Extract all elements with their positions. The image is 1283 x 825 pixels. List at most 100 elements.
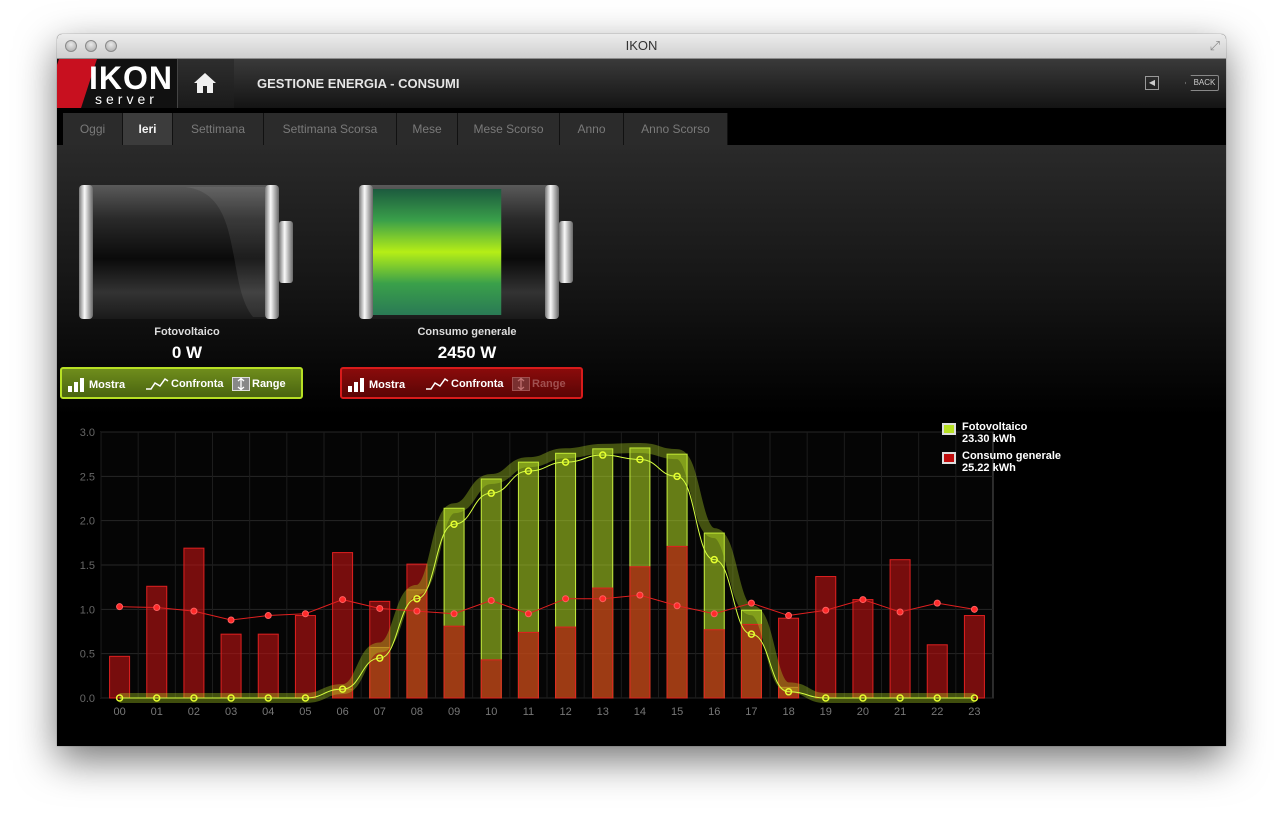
x-tick-label: 16 <box>708 706 720 718</box>
x-tick-label: 11 <box>523 706 534 718</box>
x-tick-label: 02 <box>188 706 200 718</box>
x-tick-label: 15 <box>671 706 683 718</box>
window-title: IKON <box>625 38 658 53</box>
consumo-bar <box>294 615 316 699</box>
tab-anno-scorso[interactable]: Anno Scorso <box>624 113 728 145</box>
consumo-point <box>264 612 272 620</box>
consumo-point <box>190 607 198 615</box>
y-tick-label: 0.5 <box>80 649 95 661</box>
x-tick-label: 13 <box>597 706 609 718</box>
page-title: GESTIONE ENERGIA - CONSUMI <box>257 76 460 91</box>
consumo-point <box>227 616 235 624</box>
range-icon <box>512 377 530 391</box>
consumo-bar <box>592 587 614 699</box>
consumo-point <box>487 596 495 604</box>
consumo-compare-button[interactable]: Confronta <box>425 377 504 391</box>
x-tick-label: 19 <box>820 706 832 718</box>
fotovoltaico-label: Fotovoltaico <box>154 326 220 338</box>
consumo-bar <box>666 545 688 699</box>
x-tick-label: 14 <box>634 706 646 718</box>
tab-ieri[interactable]: Ieri <box>123 113 173 145</box>
tab-settimana[interactable]: Settimana <box>173 113 264 145</box>
consumo-point <box>970 605 978 613</box>
consumo-bar <box>889 559 911 699</box>
x-tick-label: 23 <box>968 706 980 718</box>
chart-legend: Fotovoltaico 23.30 kWh Consumo generale … <box>942 421 1061 479</box>
legend-total: 23.30 kWh <box>962 433 1016 445</box>
tab-mese-scorso[interactable]: Mese Scorso <box>458 113 560 145</box>
consumo-bar <box>926 644 948 699</box>
logo-sub-text: server <box>95 91 158 107</box>
consumo-bar <box>109 655 131 699</box>
consumo-point <box>450 610 458 618</box>
consumo-point <box>599 595 607 603</box>
consumo-bar <box>629 566 651 699</box>
collapse-icon[interactable]: ◀ <box>1145 76 1159 90</box>
consumo-bar <box>555 626 577 699</box>
range-label: Range <box>252 378 286 390</box>
y-tick-label: 3.0 <box>80 427 95 439</box>
consumo-bar <box>443 625 465 699</box>
consumo-point <box>153 604 161 612</box>
consumo-point <box>339 596 347 604</box>
consumo-point <box>747 599 755 607</box>
app-window: IKON ⤢ IKON server GESTIONE ENERGIA - CO… <box>57 34 1226 746</box>
consumo-bar <box>183 547 205 699</box>
consumo-controls: Mostra Confronta Range <box>340 367 583 399</box>
consumo-point <box>896 608 904 616</box>
x-tick-label: 03 <box>225 706 237 718</box>
x-tick-label: 04 <box>262 706 274 718</box>
consumo-show-button[interactable]: Mostra <box>347 377 405 393</box>
back-button[interactable]: BACK <box>1185 75 1219 91</box>
consumo-bar <box>257 633 279 699</box>
consumo-bar <box>146 585 168 699</box>
tab-settimana-scorsa[interactable]: Settimana Scorsa <box>264 113 397 145</box>
consumo-bar <box>517 631 539 699</box>
energy-chart: 0.0 0.5 1.0 1.5 2.0 2.5 3.0 00 01 02 03 04 05 06 07 08 0… <box>80 427 994 718</box>
consumo-bar <box>480 659 502 699</box>
compare-label: Confronta <box>171 378 224 390</box>
consumo-bar <box>852 599 874 699</box>
y-tick-label: 2.0 <box>80 516 95 528</box>
range-label: Range <box>532 378 566 390</box>
line-chart-icon <box>146 377 169 390</box>
range-icon <box>232 377 250 391</box>
x-tick-label: 07 <box>374 706 386 718</box>
x-tick-label: 05 <box>299 706 311 718</box>
fullscreen-icon[interactable]: ⤢ <box>1210 38 1220 54</box>
legend-item-consumo[interactable]: Consumo generale 25.22 kWh <box>942 450 1061 474</box>
ikon-logo: IKON server <box>57 59 177 108</box>
fotovoltaico-battery-gauge <box>79 185 293 319</box>
legend-name: Fotovoltaico <box>962 421 1028 433</box>
y-tick-label: 0.0 <box>80 693 95 705</box>
consumo-point <box>116 603 124 611</box>
show-label: Mostra <box>89 379 126 391</box>
y-tick-label: 2.5 <box>80 471 95 483</box>
consumo-point <box>301 610 309 618</box>
x-tick-label: 18 <box>782 706 794 718</box>
fotovoltaico-show-button[interactable]: Mostra <box>67 377 125 393</box>
fotovoltaico-range-button[interactable]: Range <box>232 377 286 391</box>
tab-anno[interactable]: Anno <box>560 113 624 145</box>
consumo-point <box>933 599 941 607</box>
period-tabs: Oggi Ieri Settimana Settimana Scorsa Mes… <box>57 109 1226 145</box>
legend-item-fotovoltaico[interactable]: Fotovoltaico 23.30 kWh <box>942 421 1061 445</box>
y-tick-label: 1.5 <box>80 560 95 572</box>
consumo-range-button: Range <box>512 377 566 391</box>
app-header: IKON server GESTIONE ENERGIA - CONSUMI ◀… <box>57 59 1226 109</box>
consumo-point <box>562 595 570 603</box>
tab-oggi[interactable]: Oggi <box>63 113 123 145</box>
consumo-bar <box>703 629 725 699</box>
consumo-bar <box>220 633 242 699</box>
legend-swatch-consumo <box>942 452 956 464</box>
legend-name: Consumo generale <box>962 450 1062 462</box>
legend-total: 25.22 kWh <box>962 462 1016 474</box>
compare-label: Confronta <box>451 378 504 390</box>
fotovoltaico-controls: Mostra Confronta Range <box>60 367 303 399</box>
line-chart-icon <box>426 377 449 390</box>
fotovoltaico-compare-button[interactable]: Confronta <box>145 377 224 391</box>
x-tick-label: 09 <box>448 706 460 718</box>
tab-mese[interactable]: Mese <box>397 113 458 145</box>
home-button[interactable] <box>177 59 234 108</box>
consumo-bar <box>815 576 837 699</box>
